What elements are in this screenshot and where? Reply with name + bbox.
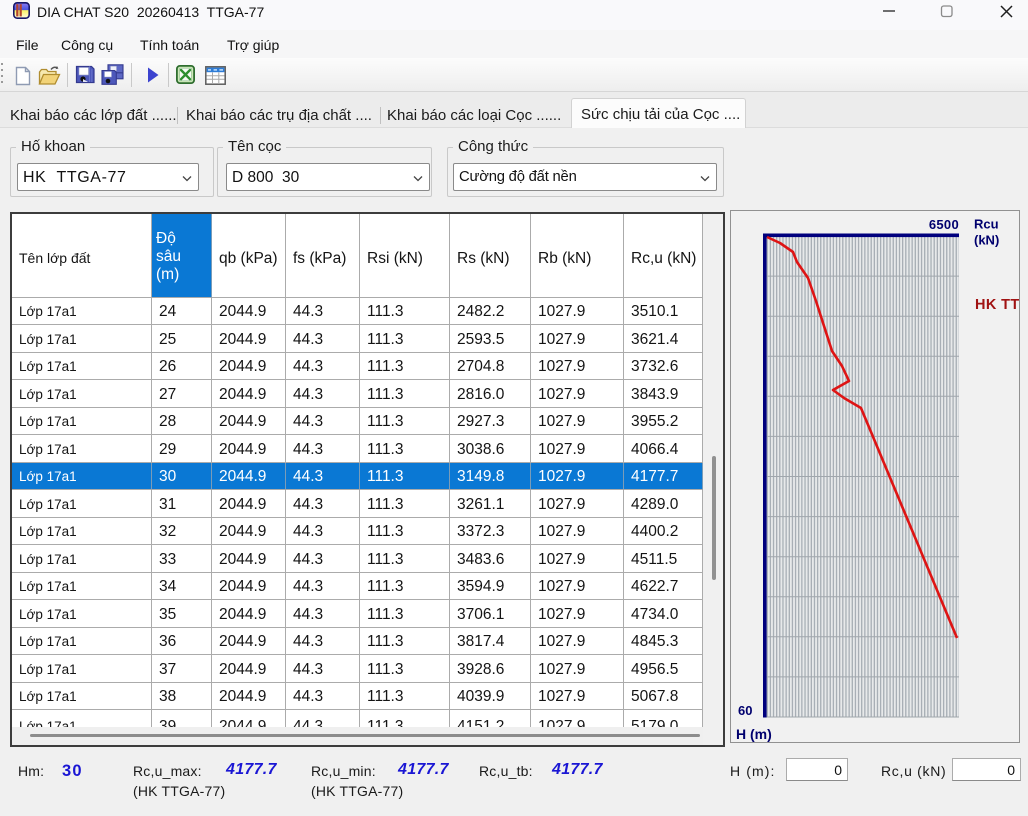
svg-text:HK TT: HK TT xyxy=(975,297,1019,313)
svg-text:60: 60 xyxy=(738,703,752,718)
svg-text:H (m): H (m) xyxy=(736,726,772,742)
svg-text:6500: 6500 xyxy=(929,217,959,232)
svg-text:(kN): (kN) xyxy=(974,233,999,248)
svg-text:Rcu: Rcu xyxy=(974,217,999,232)
